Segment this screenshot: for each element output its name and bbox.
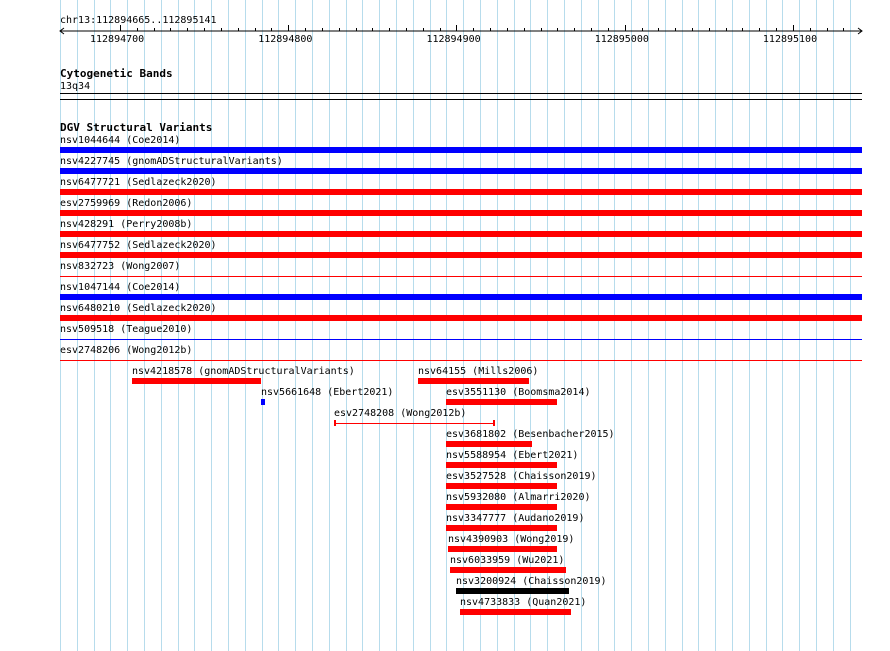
variant-bar[interactable] [446, 441, 532, 447]
ruler-tick-label: 112895100 [762, 34, 818, 45]
variant-bar[interactable] [446, 462, 557, 468]
ruler-tick-label: 112894900 [426, 34, 481, 45]
cytoband-top-line [60, 93, 862, 94]
variant-label[interactable]: esv2748206 (Wong2012b) [60, 345, 192, 357]
variant-label[interactable]: nsv6477752 (Sedlazeck2020) [60, 240, 217, 252]
variant-label[interactable]: nsv509518 (Teague2010) [60, 324, 192, 336]
variant-bar[interactable] [132, 378, 261, 384]
ruler-tick-label: 112894800 [258, 34, 313, 45]
variant-label[interactable]: nsv6033959 (Wu2021) [450, 555, 564, 567]
variant-bar[interactable] [60, 294, 862, 300]
variant-bar[interactable] [60, 315, 862, 321]
ruler-tick-label: 112895000 [594, 34, 649, 45]
variant-label[interactable]: nsv6477721 (Sedlazeck2020) [60, 177, 217, 189]
cytoband-label: 13q34 [60, 81, 91, 92]
variant-label[interactable]: nsv4390903 (Wong2019) [448, 534, 574, 546]
variant-label[interactable]: esv3527528 (Chaisson2019) [446, 471, 597, 483]
variant-label[interactable]: esv3681802 (Besenbacher2015) [446, 429, 615, 441]
variant-label[interactable]: esv3551130 (Boomsma2014) [446, 387, 591, 399]
variant-label[interactable]: nsv5932080 (Almarri2020) [446, 492, 591, 504]
variant-bar-end[interactable] [334, 420, 336, 426]
variant-bar-thin[interactable] [60, 276, 862, 277]
variant-bar[interactable] [60, 147, 862, 153]
variant-label[interactable]: nsv1047144 (Coe2014) [60, 282, 180, 294]
variant-label[interactable]: nsv4218578 (gnomADStructuralVariants) [132, 366, 355, 378]
cytoband-bottom-line [60, 99, 862, 100]
variant-label[interactable]: nsv1044644 (Coe2014) [60, 135, 180, 147]
variant-bar[interactable] [261, 399, 265, 405]
variant-label[interactable]: nsv3200924 (Chaisson2019) [456, 576, 607, 588]
ruler-tick-label: 112894700 [90, 34, 145, 45]
cytoband-title: Cytogenetic Bands [60, 67, 173, 80]
variant-bar[interactable] [446, 525, 557, 531]
variant-label[interactable]: nsv5661648 (Ebert2021) [261, 387, 393, 399]
variant-bar[interactable] [60, 231, 862, 237]
variant-label[interactable]: esv2748208 (Wong2012b) [334, 408, 466, 420]
variant-bar[interactable] [450, 567, 566, 573]
variant-bar[interactable] [446, 483, 557, 489]
variant-bar-thin[interactable] [60, 360, 862, 361]
variant-label[interactable]: esv2759969 (Redon2006) [60, 198, 192, 210]
variant-label[interactable]: nsv3347777 (Audano2019) [446, 513, 584, 525]
variant-bar[interactable] [60, 210, 862, 216]
variant-bar[interactable] [418, 378, 529, 384]
variant-label[interactable]: nsv4227745 (gnomADStructuralVariants) [60, 156, 283, 168]
variant-label[interactable]: nsv428291 (Perry2008b) [60, 219, 192, 231]
variant-label[interactable]: nsv832723 (Wong2007) [60, 261, 180, 273]
variant-bar[interactable] [448, 546, 557, 552]
variant-bar[interactable] [60, 189, 862, 195]
variant-bar-end[interactable] [493, 420, 495, 426]
dgv-title: DGV Structural Variants [60, 121, 213, 134]
variant-bar-thin[interactable] [60, 339, 862, 340]
variant-bar[interactable] [446, 504, 557, 510]
variant-bar[interactable] [60, 168, 862, 174]
variant-bar-thin[interactable] [334, 423, 495, 424]
variant-bar[interactable] [60, 252, 862, 258]
variant-label[interactable]: nsv64155 (Mills2006) [418, 366, 538, 378]
variant-label[interactable]: nsv5588954 (Ebert2021) [446, 450, 578, 462]
variant-bar[interactable] [460, 609, 571, 615]
variant-bar[interactable] [446, 399, 557, 405]
variant-bar[interactable] [456, 588, 569, 594]
variant-label[interactable]: nsv4733833 (Quan2021) [460, 597, 586, 609]
variant-label[interactable]: nsv6480210 (Sedlazeck2020) [60, 303, 217, 315]
